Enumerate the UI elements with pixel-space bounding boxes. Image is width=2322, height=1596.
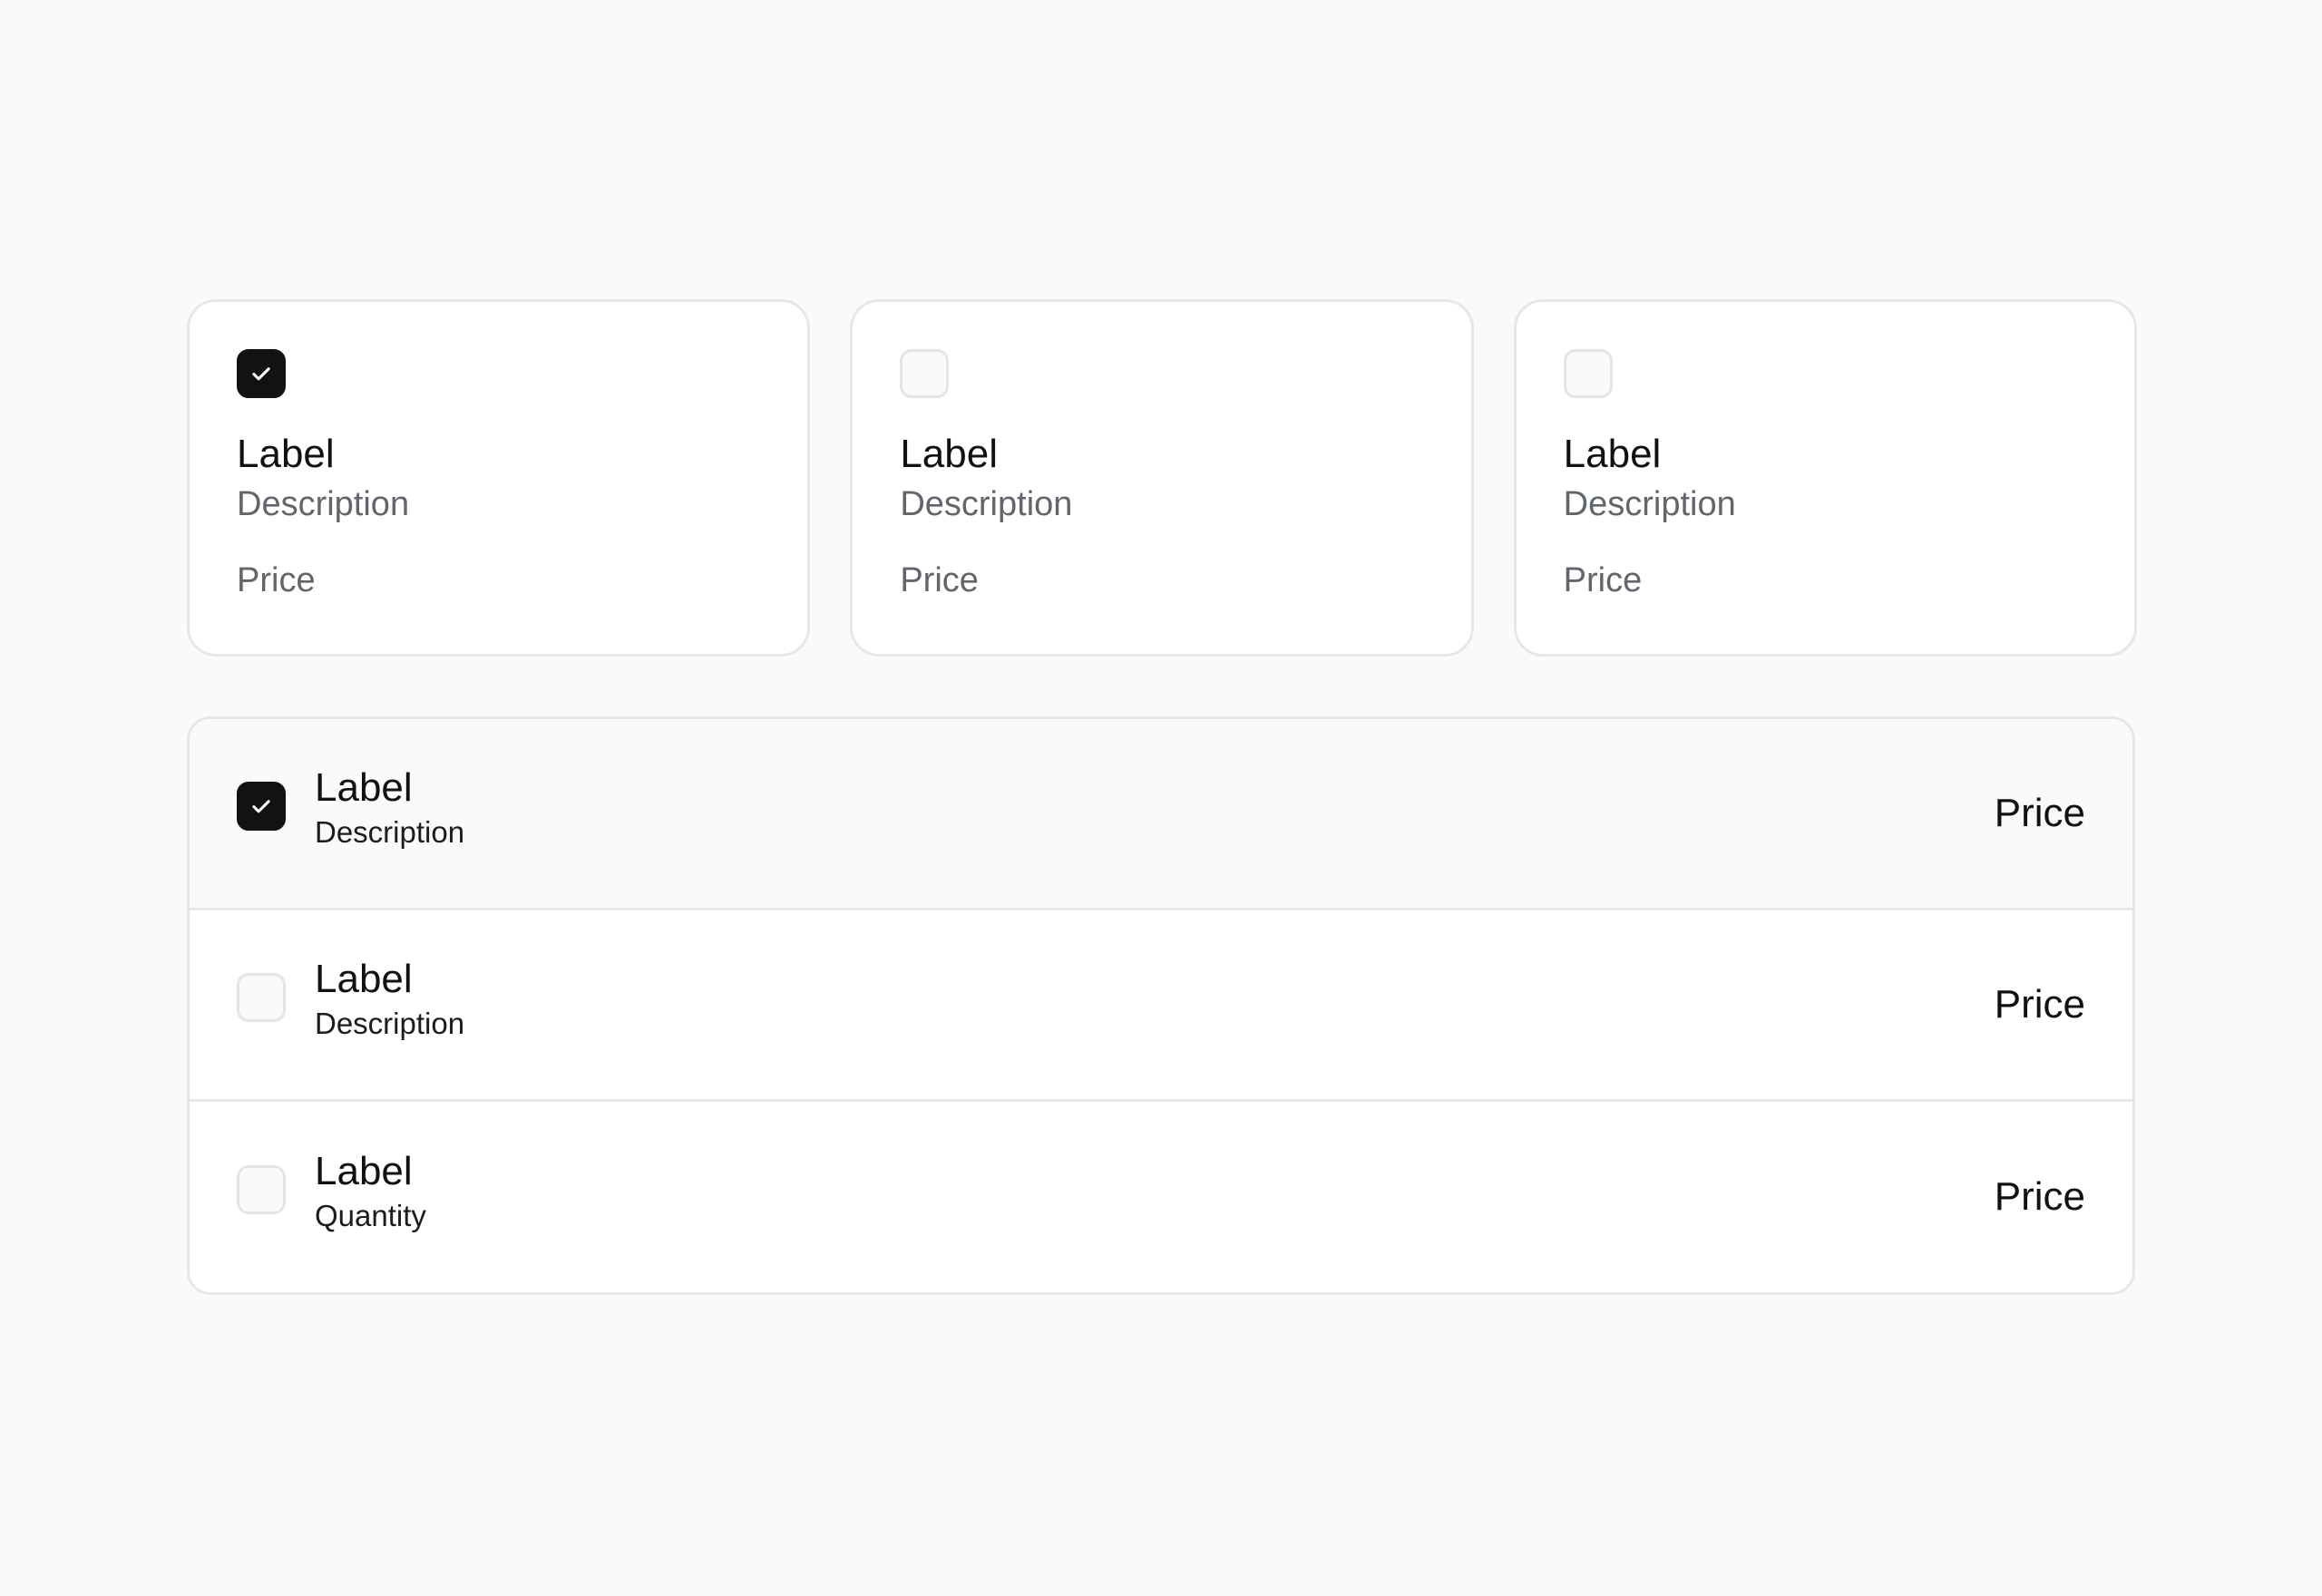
list-item-text: Label Quantity [315,1147,426,1236]
card-label: Label [900,432,998,476]
card-checkbox-2[interactable] [900,349,950,398]
check-icon [252,367,270,381]
card-label: Label [237,432,335,476]
check-icon [252,800,270,813]
option-card-group: Label Description Price Label Descriptio… [187,299,2137,657]
list-item-label: Label [315,1149,413,1193]
card-price: Price [1563,561,1643,599]
list-checkbox-3[interactable] [237,1165,286,1214]
list-item-price: Price [1994,791,2085,835]
card-label: Label [1563,432,1662,476]
list-item-text: Label Description [315,955,464,1044]
list-item-price: Price [1994,982,2085,1027]
option-card-1[interactable]: Label Description Price [187,299,811,657]
list-item-price: Price [1994,1174,2085,1219]
card-description: Description [900,485,1073,523]
card-price: Price [237,561,316,599]
list-item-label: Label [315,765,413,810]
list-checkbox-1[interactable] [237,782,286,831]
card-description: Description [237,485,410,523]
card-price: Price [900,561,979,599]
list-item-quantity: Quantity [315,1199,426,1232]
card-checkbox-3[interactable] [1563,349,1613,398]
list-item-text: Label Description [315,764,464,852]
list-checkbox-2[interactable] [237,973,286,1022]
card-checkbox-1[interactable] [237,349,286,398]
list-item-description: Description [315,815,465,849]
option-card-2[interactable]: Label Description Price [850,299,1474,657]
list-item-2[interactable]: Label Description Price [190,910,2132,1102]
card-description: Description [1563,485,1736,523]
list-item-1[interactable]: Label Description Price [190,719,2132,910]
option-card-3[interactable]: Label Description Price [1513,299,2137,657]
list-item-description: Description [315,1007,465,1040]
list-item-3[interactable]: Label Quantity Price [190,1102,2132,1292]
list-item-label: Label [315,957,413,1001]
option-list: Label Description Price Label Descriptio… [187,716,2135,1295]
